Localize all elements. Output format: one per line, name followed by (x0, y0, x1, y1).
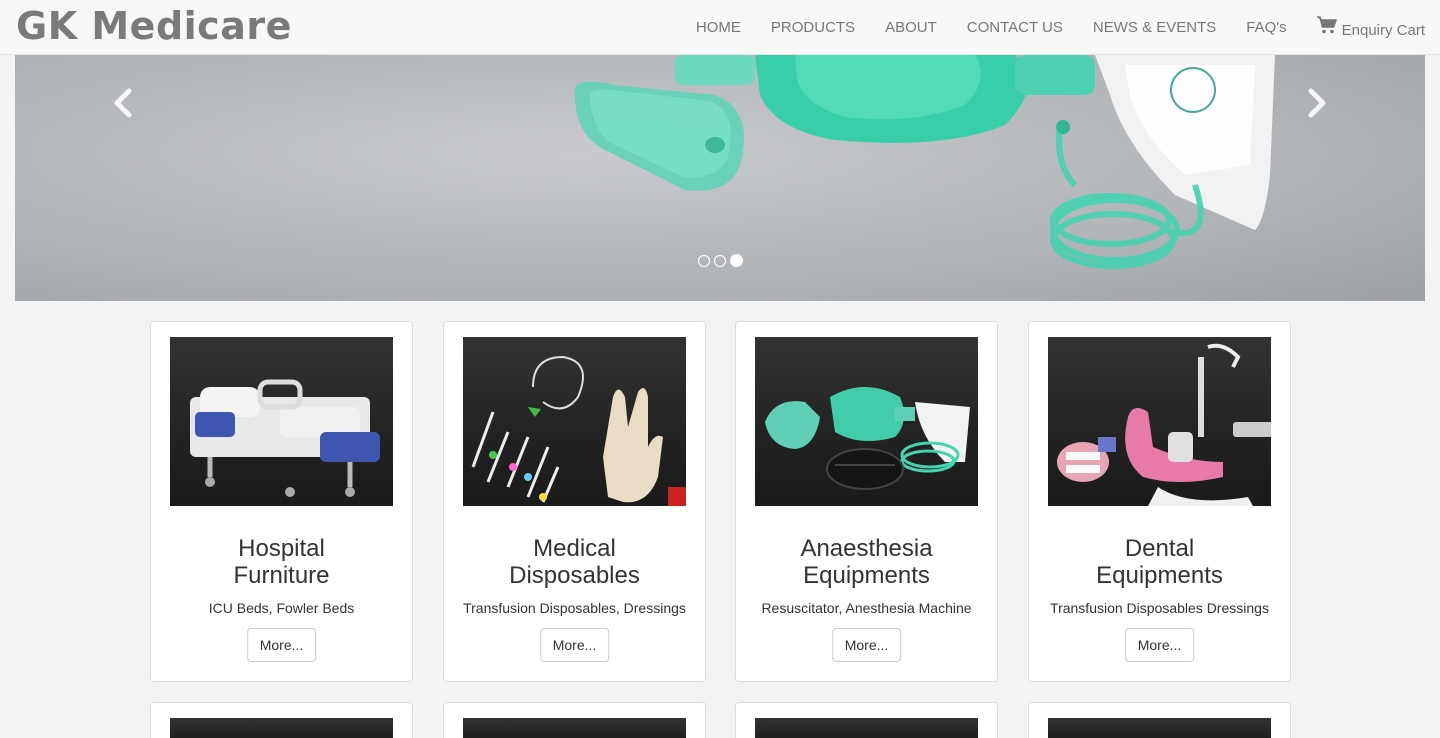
product-title-line2: Equipments (803, 562, 930, 589)
product-title-line1: Medical (533, 535, 616, 562)
product-card-dental-equipments: Dental Equipments Transfusion Disposable… (1028, 321, 1291, 682)
more-button[interactable]: More... (831, 628, 902, 662)
hospital-bed-image (170, 337, 393, 506)
product-card (443, 702, 706, 738)
product-card-anaesthesia-equipments: Anaesthesia Equipments Resuscitator, Ane… (735, 321, 998, 682)
product-card-hospital-furniture: Hospital Furniture ICU Beds, Fowler Beds… (150, 321, 413, 682)
enquiry-cart-label: Enquiry Cart (1341, 22, 1425, 39)
nav-enquiry-cart[interactable]: Enquiry Cart (1302, 15, 1440, 39)
product-card-medical-disposables: Medical Disposables Transfusion Disposab… (443, 321, 706, 682)
nav-about[interactable]: ABOUT (870, 19, 952, 36)
product-card (1028, 702, 1291, 738)
product-title: Dental Equipments (1029, 535, 1290, 589)
more-button[interactable]: More... (246, 628, 317, 662)
product-title-line2: Furniture (233, 562, 330, 589)
product-subtitle: Transfusion Disposables, Dressings (463, 600, 686, 616)
medical-disposables-image (463, 337, 686, 506)
product-image (755, 718, 978, 738)
product-title: Medical Disposables (444, 535, 705, 589)
product-title-line1: Dental (1124, 535, 1195, 562)
product-card (735, 702, 998, 738)
product-subtitle: ICU Beds, Fowler Beds (208, 600, 355, 616)
product-title: Hospital Furniture (151, 535, 412, 589)
nav-home[interactable]: HOME (681, 19, 756, 36)
product-title: Anaesthesia Equipments (736, 535, 997, 589)
product-title-line1: Hospital (238, 535, 325, 562)
product-subtitle: Resuscitator, Anesthesia Machine (761, 600, 972, 616)
nav-contact-us[interactable]: CONTACT US (952, 19, 1078, 36)
hero-carousel (15, 55, 1425, 301)
carousel-next-icon[interactable] (1295, 83, 1335, 123)
product-title-line2: Disposables (509, 562, 640, 589)
product-subtitle: Transfusion Disposables Dressings (1050, 600, 1269, 616)
shopping-cart-icon (1316, 15, 1337, 33)
more-button[interactable]: More... (539, 628, 610, 662)
navbar: GK Medicare HOME PRODUCTS ABOUT CONTACT … (0, 0, 1440, 55)
product-image (463, 718, 686, 738)
carousel-indicators (698, 254, 743, 267)
nav-faq[interactable]: FAQ's (1231, 19, 1301, 36)
carousel-indicator-2[interactable] (714, 254, 726, 267)
carousel-indicator-1[interactable] (698, 254, 710, 267)
nav-news-events[interactable]: NEWS & EVENTS (1078, 19, 1231, 36)
dental-equipment-image (1048, 337, 1271, 506)
product-card (150, 702, 413, 738)
carousel-indicator-3[interactable] (730, 254, 743, 267)
product-image (1048, 718, 1271, 738)
more-button[interactable]: More... (1124, 628, 1195, 662)
product-title-line1: Anaesthesia (800, 535, 933, 562)
product-image (170, 718, 393, 738)
carousel-prev-icon[interactable] (105, 83, 145, 123)
main-nav: HOME PRODUCTS ABOUT CONTACT US NEWS & EV… (681, 0, 1440, 55)
product-title-line2: Equipments (1096, 562, 1223, 589)
nav-products[interactable]: PRODUCTS (756, 19, 870, 36)
anaesthesia-equipment-image (755, 337, 978, 506)
brand-logo[interactable]: GK Medicare (16, 4, 292, 48)
